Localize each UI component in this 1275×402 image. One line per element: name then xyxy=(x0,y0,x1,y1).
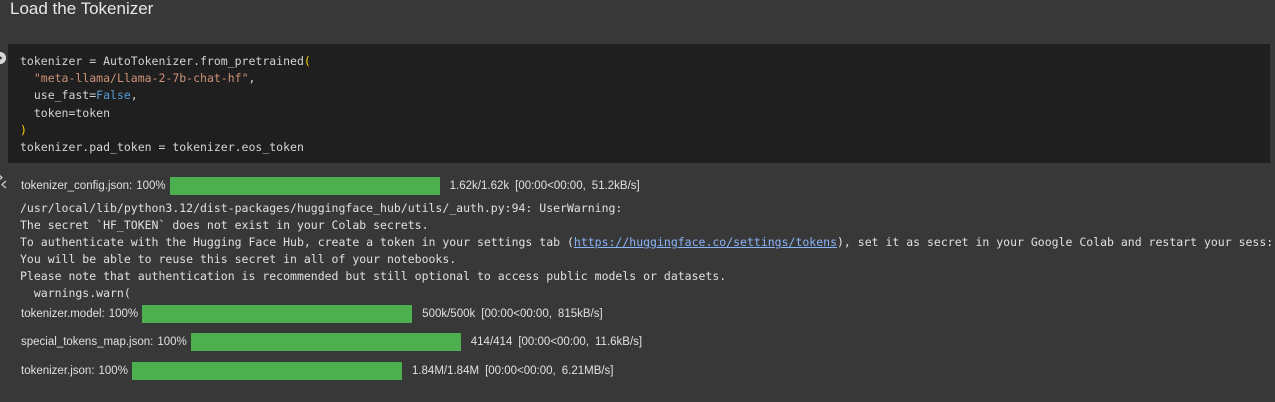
progress-speed: 11.6kB/s] xyxy=(595,336,643,348)
progress-bar xyxy=(142,305,413,323)
warning-message: /usr/local/lib/python3.12/dist-packages/… xyxy=(20,200,1273,302)
progress-percent: 100% xyxy=(157,336,187,348)
code-line-6: tokenizer.pad_token = tokenizer.eos_toke… xyxy=(20,140,304,155)
code-comma: , xyxy=(130,88,138,103)
progress-percent: 100% xyxy=(108,308,139,320)
code-string: "meta-llama/Llama-2-7b-chat-hf" xyxy=(33,71,249,86)
progress-time: [00:00<00:00, xyxy=(515,180,586,192)
progress-filename: tokenizer.model: xyxy=(21,308,105,320)
progress-percent: 100% xyxy=(98,365,128,377)
progress-stats: 500k/500k [00:00<00:00, 815kB/s] xyxy=(422,308,603,320)
warning-line: warnings.warn( xyxy=(20,286,131,300)
run-cell-icon xyxy=(0,52,6,64)
code-text: tokenizer = AutoTokenizer.from_pretraine… xyxy=(20,54,304,68)
progress-filename: special_tokens_map.json: xyxy=(21,336,154,348)
output-toggle-icon[interactable] xyxy=(0,172,8,190)
run-cell-button[interactable] xyxy=(0,52,6,64)
code-cell[interactable]: tokenizer = AutoTokenizer.from_pretraine… xyxy=(8,44,1270,163)
code-line-1: tokenizer = AutoTokenizer.from_pretraine… xyxy=(20,54,311,68)
code-text: use_fast= xyxy=(20,88,97,103)
warning-line: To authenticate with the Hugging Face Hu… xyxy=(20,235,574,249)
progress-time: [00:00<00:00, xyxy=(485,365,556,377)
code-editor[interactable]: tokenizer = AutoTokenizer.from_pretraine… xyxy=(20,53,311,156)
section-title: Load the Tokenizer xyxy=(10,0,154,18)
progress-size: 500k/500k xyxy=(422,308,476,320)
progress-bar xyxy=(190,333,461,351)
progress-speed: 51.2kB/s] xyxy=(591,180,640,192)
progress-percent: 100% xyxy=(136,180,166,192)
progress-row-tokenizer-json: tokenizer.json: 100% 1.84M/1.84M [00:00<0… xyxy=(21,361,614,381)
progress-row-tokenizer-model: tokenizer.model: 100% 500k/500k [00:00<00… xyxy=(21,304,603,324)
progress-row-tokenizer-config: tokenizer_config.json: 100% 1.62k/1.62k [… xyxy=(21,176,640,196)
progress-stats: 414/414 [00:00<00:00, 11.6kB/s] xyxy=(471,336,642,348)
progress-time: [00:00<00:00, xyxy=(518,336,590,348)
warning-line: Please note that authentication is recom… xyxy=(20,269,727,283)
progress-time: [00:00<00:00, xyxy=(481,308,552,320)
progress-bar xyxy=(131,362,402,380)
progress-size: 1.84M/1.84M xyxy=(411,365,480,377)
progress-speed: 6.21MB/s] xyxy=(561,365,614,377)
progress-size: 1.62k/1.62k xyxy=(449,180,510,192)
code-line-4: token=token xyxy=(20,105,111,120)
code-line-3: use_fast=False, xyxy=(20,88,138,102)
progress-filename: tokenizer.json: xyxy=(21,365,95,377)
progress-speed: 815kB/s] xyxy=(557,308,603,320)
settings-tokens-link[interactable]: https://huggingface.co/settings/tokens xyxy=(574,235,837,249)
progress-stats: 1.84M/1.84M [00:00<00:00, 6.21MB/s] xyxy=(412,365,614,377)
code-keyword: False xyxy=(96,88,131,103)
code-line-5: ) xyxy=(20,122,27,137)
progress-stats: 1.62k/1.62k [00:00<00:00, 51.2kB/s] xyxy=(450,180,640,192)
progress-filename: tokenizer_config.json: xyxy=(21,180,133,192)
code-line-2: "meta-llama/Llama-2-7b-chat-hf", xyxy=(20,71,256,86)
warning-line: The secret `HF_TOKEN` does not exist in … xyxy=(20,218,429,232)
warning-line: You will be able to reuse this secret in… xyxy=(20,252,457,266)
progress-bar xyxy=(169,177,440,195)
progress-size: 414/414 xyxy=(470,336,513,348)
code-comma: , xyxy=(248,71,256,86)
warning-line: /usr/local/lib/python3.12/dist-packages/… xyxy=(20,201,623,215)
warning-line: ), set it as secret in your Google Colab… xyxy=(837,235,1274,249)
progress-row-special-tokens-map: special_tokens_map.json: 100% 414/414 [00… xyxy=(21,332,642,352)
code-paren: ( xyxy=(303,54,311,68)
